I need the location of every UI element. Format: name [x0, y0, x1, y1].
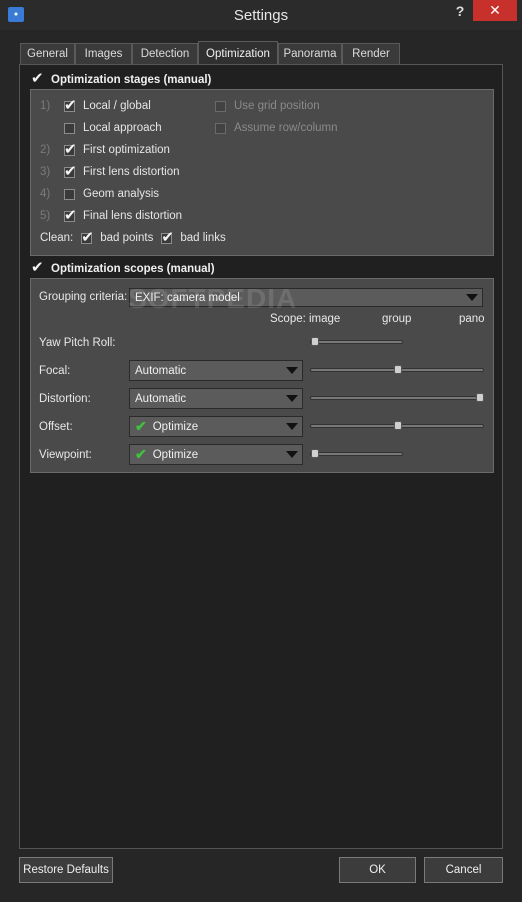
stages-header-label: Optimization stages (manual) — [51, 74, 212, 86]
stage-row-2[interactable]: 2) First optimization — [40, 140, 170, 158]
viewpoint-slider[interactable] — [310, 449, 403, 458]
focal-dropdown[interactable]: Automatic — [129, 360, 303, 381]
stage-number: 1) — [40, 100, 51, 112]
first-lens-distortion-checkbox[interactable] — [64, 162, 77, 180]
local-approach-checkbox[interactable] — [64, 122, 75, 134]
ok-button[interactable]: OK — [339, 857, 416, 883]
bad-links-label: bad links — [180, 232, 226, 244]
offset-dropdown[interactable]: ✔ Optimize — [129, 416, 303, 437]
slider-handle[interactable] — [311, 449, 319, 458]
distortion-slider[interactable] — [310, 393, 484, 402]
window-title: Settings — [233, 7, 289, 24]
watermark: SOFTPEDIA — [128, 283, 298, 314]
geom-analysis-checkbox[interactable] — [64, 188, 75, 200]
stage-row-3[interactable]: 3) First lens distortion — [40, 162, 180, 180]
distortion-dropdown[interactable]: Automatic — [129, 388, 303, 409]
clean-label: Clean: — [40, 232, 74, 244]
stage-label: Local approach — [83, 122, 162, 134]
tab-detection[interactable]: Detection — [132, 43, 198, 64]
viewpoint-dropdown[interactable]: ✔ Optimize — [129, 444, 303, 465]
check-icon: ✔ — [135, 446, 147, 462]
clean-row: Clean: bad points bad links — [40, 228, 226, 246]
viewpoint-value: Optimize — [152, 448, 199, 461]
help-button[interactable]: ? — [446, 0, 474, 22]
distortion-label: Distortion: — [39, 393, 91, 405]
distortion-value: Automatic — [135, 392, 187, 405]
stages-group: 1) Local / global Local approach 2) Firs… — [30, 89, 494, 256]
tab-panorama[interactable]: Panorama — [278, 43, 342, 64]
focal-label: Focal: — [39, 365, 71, 377]
check-icon: ✔ — [135, 418, 147, 434]
offset-label: Offset: — [39, 421, 73, 433]
chevron-down-icon — [466, 294, 478, 301]
yaw-pitch-roll-slider[interactable] — [310, 337, 403, 346]
optimization-panel: Optimization stages (manual) 1) Local / … — [19, 64, 503, 849]
stage-label: Local / global — [83, 100, 151, 112]
stages-header[interactable]: Optimization stages (manual) — [31, 69, 212, 87]
stages-enabled-checkbox[interactable] — [31, 69, 44, 87]
tab-images[interactable]: Images — [75, 43, 132, 64]
scope-tick-group: group — [382, 313, 412, 325]
stage-number: 4) — [40, 188, 51, 200]
slider-handle[interactable] — [311, 337, 319, 346]
use-grid-position-label: Use grid position — [234, 100, 320, 112]
assume-row-column-checkbox[interactable] — [215, 122, 226, 134]
local-global-checkbox[interactable] — [64, 96, 77, 114]
bad-points-checkbox[interactable] — [81, 228, 94, 246]
use-grid-position-checkbox[interactable] — [215, 100, 226, 112]
scopes-enabled-checkbox[interactable] — [31, 258, 44, 276]
cancel-button[interactable]: Cancel — [424, 857, 503, 883]
tab-general[interactable]: General — [20, 43, 75, 64]
restore-defaults-button[interactable]: Restore Defaults — [19, 857, 113, 883]
assume-row-column-row[interactable]: Assume row/column — [215, 122, 338, 134]
grouping-criteria-label: Grouping criteria: — [39, 291, 128, 303]
assume-row-column-label: Assume row/column — [234, 122, 338, 134]
scope-tick-pano: pano — [459, 313, 485, 325]
slider-handle[interactable] — [394, 421, 402, 430]
stage-row-local-approach[interactable]: Local approach — [40, 122, 162, 134]
chevron-down-icon — [286, 423, 298, 430]
stage-label: First optimization — [83, 144, 170, 156]
tab-render[interactable]: Render — [342, 43, 400, 64]
stage-row-4[interactable]: 4) Geom analysis — [40, 188, 159, 200]
chevron-down-icon — [286, 451, 298, 458]
chevron-down-icon — [286, 367, 298, 374]
focal-slider[interactable] — [310, 365, 484, 374]
title-bar: ● Settings ? ✕ — [0, 0, 522, 30]
viewpoint-label: Viewpoint: — [39, 449, 92, 461]
stage-row-1[interactable]: 1) Local / global — [40, 96, 151, 114]
final-lens-distortion-checkbox[interactable] — [64, 206, 77, 224]
yaw-pitch-roll-label: Yaw Pitch Roll: — [39, 337, 116, 349]
stage-number: 3) — [40, 166, 51, 178]
stage-label: Final lens distortion — [83, 210, 183, 222]
close-button[interactable]: ✕ — [473, 0, 517, 21]
stage-number: 2) — [40, 144, 51, 156]
stage-number: 5) — [40, 210, 51, 222]
stage-label: First lens distortion — [83, 166, 180, 178]
offset-slider[interactable] — [310, 421, 484, 430]
scopes-header-label: Optimization scopes (manual) — [51, 263, 215, 275]
slider-handle[interactable] — [476, 393, 484, 402]
bad-points-label: bad points — [100, 232, 154, 244]
slider-handle[interactable] — [394, 365, 402, 374]
bad-links-checkbox[interactable] — [161, 228, 174, 246]
chevron-down-icon — [286, 395, 298, 402]
stage-label: Geom analysis — [83, 188, 160, 200]
tab-optimization[interactable]: Optimization — [198, 41, 278, 65]
scopes-header[interactable]: Optimization scopes (manual) — [31, 258, 215, 276]
focal-value: Automatic — [135, 364, 187, 377]
offset-value: Optimize — [152, 420, 199, 433]
use-grid-position-row[interactable]: Use grid position — [215, 100, 320, 112]
first-optimization-checkbox[interactable] — [64, 140, 77, 158]
stage-row-5[interactable]: 5) Final lens distortion — [40, 206, 183, 224]
scope-tick-image: image — [309, 313, 341, 325]
